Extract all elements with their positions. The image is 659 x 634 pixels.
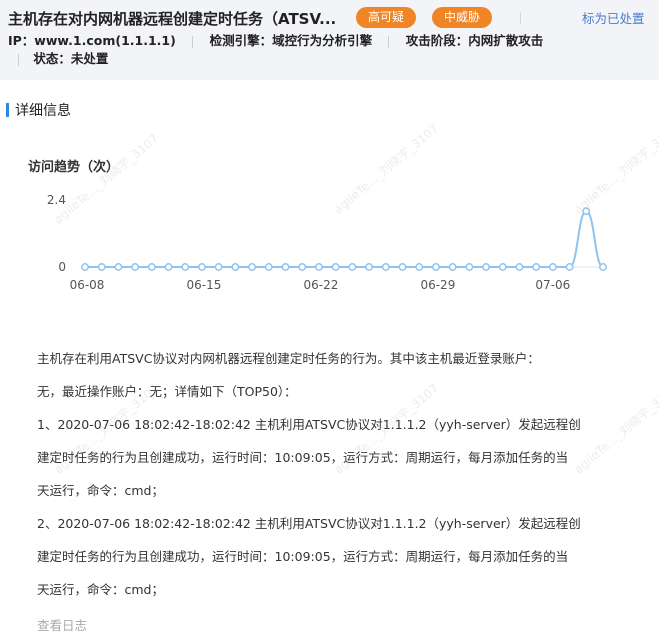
data-point <box>465 263 474 271</box>
x-tick-label: 07-06 <box>535 278 570 292</box>
y-tick-label: 2.4 <box>47 193 66 207</box>
data-point <box>248 263 257 271</box>
detail-line: 建定时任务的行为且创建成功，运行时间：10:09:05，运行方式：周期运行，每月… <box>37 549 569 564</box>
divider <box>520 12 521 24</box>
detail-line: 主机存在利用ATSVC协议对内网机器远程创建定时任务的行为。其中该主机最近登录账… <box>37 351 540 366</box>
detail-line: 天运行，命令：cmd； <box>37 582 164 597</box>
detection-engine: 检测引擎：域控行为分析引擎 <box>209 33 373 48</box>
data-point <box>131 263 140 271</box>
medium-threat-badge: 中威胁 <box>432 7 493 28</box>
data-point <box>482 263 490 271</box>
data-point <box>532 263 541 271</box>
data-point <box>231 263 240 271</box>
data-point <box>198 263 206 271</box>
chart-title: 访问趋势（次） <box>28 160 120 175</box>
alert-title: 主机存在对内网机器远程创建定时任务（ATSV... <box>8 10 337 28</box>
data-point <box>415 263 424 271</box>
detail-line: 1、2020-07-06 18:02:42-18:02:42 主机利用ATSVC… <box>37 417 581 432</box>
data-point <box>365 263 374 271</box>
alert-header: 主机存在对内网机器远程创建定时任务（ATSV... 高可疑 中威胁 标为已处置 … <box>0 0 659 80</box>
data-point <box>398 263 407 271</box>
mark-handled-button[interactable]: 标为已处置 <box>582 8 645 27</box>
detail-text: 主机存在利用ATSVC协议对内网机器远程创建定时任务的行为。其中该主机最近登录账… <box>37 342 597 606</box>
trend-chart: 0 2.4 06-08 06-15 06-22 06-29 07-06 <box>47 193 607 292</box>
section-heading: 详细信息 <box>6 100 71 120</box>
data-point <box>599 263 607 271</box>
high-credibility-badge: 高可疑 <box>356 7 417 28</box>
divider <box>18 53 19 66</box>
data-point <box>348 263 357 271</box>
meta-row: IP：www.1.com(1.1.1.1) 检测引擎：域控行为分析引擎 攻击阶段… <box>8 30 543 49</box>
data-point <box>181 263 190 271</box>
x-tick-label: 06-22 <box>303 278 338 292</box>
ip-address: IP：www.1.com(1.1.1.1) <box>8 33 176 48</box>
data-point <box>565 263 574 271</box>
data-point <box>97 263 106 271</box>
data-point <box>431 263 440 271</box>
data-point <box>498 263 507 271</box>
data-point <box>515 263 524 271</box>
x-tick-label: 06-29 <box>420 278 455 292</box>
y-tick-label: 0 <box>58 260 66 274</box>
status-row: 状态：未处置 <box>18 48 108 67</box>
data-point <box>264 263 273 271</box>
detail-line: 天运行，命令：cmd； <box>37 483 164 498</box>
data-point <box>214 263 223 271</box>
view-log-link[interactable]: 查看日志 <box>37 615 87 634</box>
attack-stage: 攻击阶段：内网扩散攻击 <box>405 33 544 48</box>
data-point <box>281 263 290 271</box>
x-tick-label: 06-15 <box>187 278 222 292</box>
data-point <box>448 263 457 271</box>
data-point <box>298 263 307 271</box>
data-point <box>582 207 591 216</box>
data-point <box>381 263 390 271</box>
data-point <box>314 263 323 271</box>
x-tick-label: 06-08 <box>70 278 105 292</box>
section-title: 详细信息 <box>15 103 71 119</box>
series-line <box>85 210 604 268</box>
status-text: 状态：未处置 <box>33 51 109 66</box>
data-point <box>81 263 89 271</box>
data-point <box>331 263 340 271</box>
data-point <box>548 263 557 271</box>
data-point <box>114 263 123 271</box>
section-accent-bar <box>6 103 9 117</box>
divider <box>192 35 194 48</box>
detail-line: 2、2020-07-06 18:02:42-18:02:42 主机利用ATSVC… <box>37 516 581 531</box>
data-point <box>147 263 156 271</box>
detail-line: 建定时任务的行为且创建成功，运行时间：10:09:05，运行方式：周期运行，每月… <box>37 450 569 465</box>
detail-line: 无，最近操作账户：无；详情如下（TOP50）： <box>37 384 297 399</box>
data-point <box>164 263 173 271</box>
divider <box>388 35 390 48</box>
